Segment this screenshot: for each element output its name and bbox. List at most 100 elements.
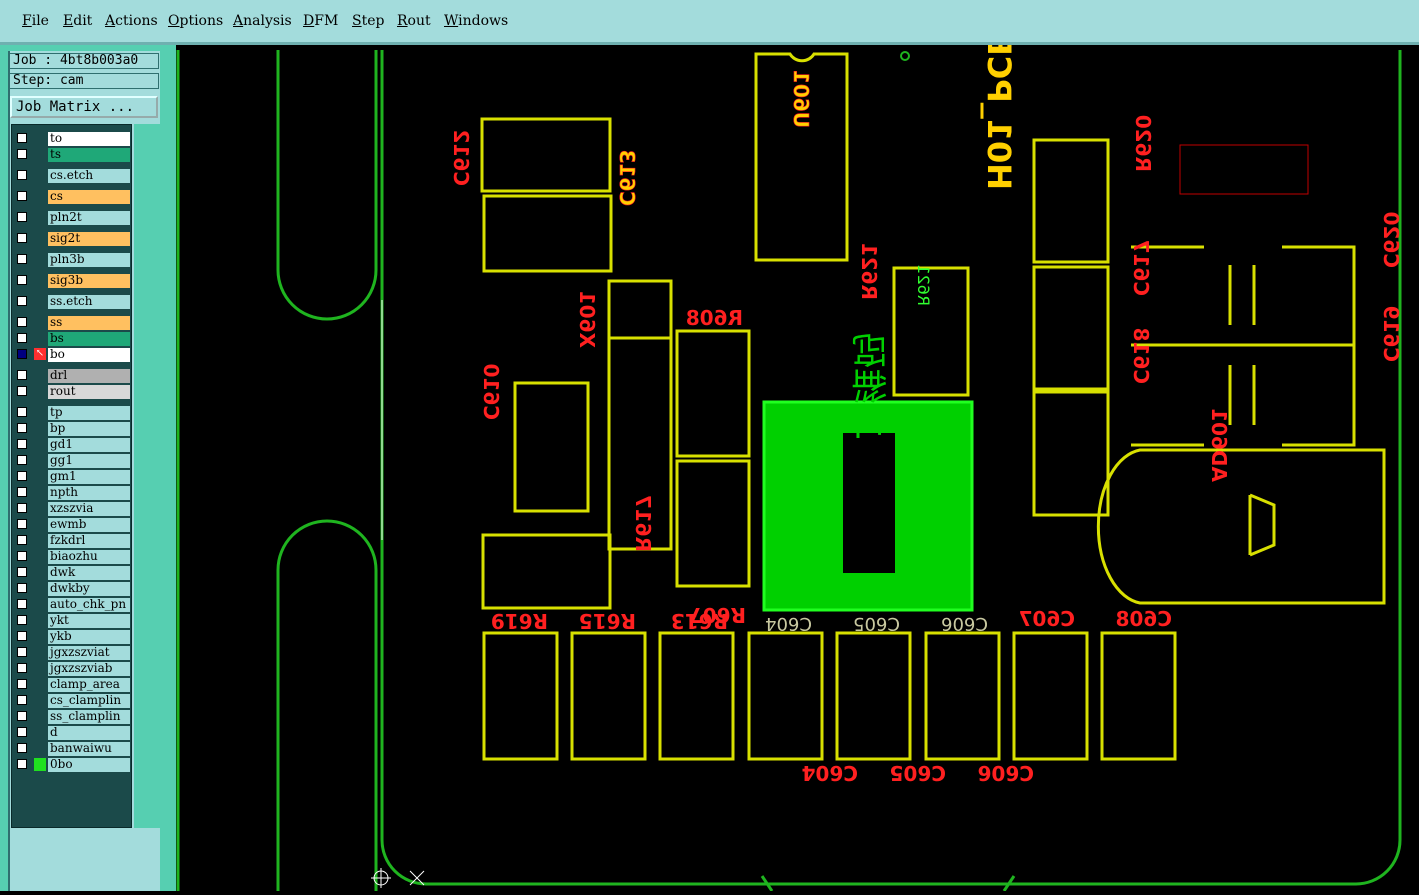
layer-row-gg1[interactable]: gg1 xyxy=(14,454,130,468)
layer-checkbox[interactable] xyxy=(17,212,27,222)
layer-row-bo[interactable]: ↖ bo xyxy=(14,348,130,362)
layer-checkbox[interactable] xyxy=(17,386,27,396)
menu-rout[interactable]: Rout xyxy=(397,13,431,29)
layer-name: cs.etch xyxy=(48,169,130,183)
layer-checkbox[interactable] xyxy=(17,711,27,721)
menu-edit[interactable]: Edit xyxy=(63,13,92,29)
layer-checkbox[interactable] xyxy=(17,679,27,689)
layer-name: fzkdrl xyxy=(48,534,130,548)
layer-checkbox[interactable] xyxy=(17,191,27,201)
layer-row-0bo[interactable]: 0bo xyxy=(14,758,130,772)
layer-checkbox[interactable] xyxy=(17,551,27,561)
label-r621-inner: R621 xyxy=(914,264,933,306)
layer-row-dwkby[interactable]: dwkby xyxy=(14,582,130,596)
layer-row-bs[interactable]: bs xyxy=(14,332,130,346)
layer-checkbox[interactable] xyxy=(17,759,27,769)
layer-name: xzszvia xyxy=(48,502,130,516)
layer-checkbox[interactable] xyxy=(17,370,27,380)
layer-row-cs-clamplin[interactable]: cs_clamplin xyxy=(14,694,130,708)
layer-checkbox[interactable] xyxy=(17,439,27,449)
layer-checkbox[interactable] xyxy=(17,254,27,264)
layer-checkbox[interactable] xyxy=(17,567,27,577)
layer-checkbox[interactable] xyxy=(17,275,27,285)
menu-step[interactable]: Step xyxy=(352,13,384,29)
layer-checkbox[interactable] xyxy=(17,535,27,545)
layer-row-cs-etch[interactable]: cs.etch xyxy=(14,169,130,183)
layer-row-auto-chk-pn[interactable]: auto_chk_pn xyxy=(14,598,130,612)
layer-checkbox[interactable] xyxy=(17,663,27,673)
layer-checkbox[interactable] xyxy=(17,583,27,593)
layer-row-pln3b[interactable]: pln3b xyxy=(14,253,130,267)
label-c604b: C604 xyxy=(802,761,858,785)
layer-checkbox[interactable] xyxy=(17,471,27,481)
layer-row-sig3b[interactable]: sig3b xyxy=(14,274,130,288)
layer-checkbox[interactable] xyxy=(17,743,27,753)
layer-checkbox[interactable] xyxy=(17,296,27,306)
layer-checkbox[interactable] xyxy=(17,233,27,243)
layer-checkbox[interactable] xyxy=(17,333,27,343)
layer-row-ss-clamplin[interactable]: ss_clamplin xyxy=(14,710,130,724)
layer-row-sig2t[interactable]: sig2t xyxy=(14,232,130,246)
menu-actions[interactable]: Actions xyxy=(105,13,158,29)
layer-row-tp[interactable]: tp xyxy=(14,406,130,420)
layer-checkbox[interactable] xyxy=(17,317,27,327)
layer-list-scrollbar[interactable] xyxy=(134,124,160,828)
layer-checkbox[interactable] xyxy=(17,349,27,359)
layer-row-jgxzszviat[interactable]: jgxzszviat xyxy=(14,646,130,660)
layer-row-ss[interactable]: ss xyxy=(14,316,130,330)
layer-checkbox[interactable] xyxy=(17,407,27,417)
menu-windows[interactable]: Windows xyxy=(444,13,508,29)
layer-row-ykt[interactable]: ykt xyxy=(14,614,130,628)
layer-checkbox[interactable] xyxy=(17,503,27,513)
layer-row-pln2t[interactable]: pln2t xyxy=(14,211,130,225)
label-c607: C607 xyxy=(1019,607,1075,631)
menu-analysis[interactable]: Analysis xyxy=(233,13,292,29)
layer-name: to xyxy=(48,132,130,146)
layer-row-gm1[interactable]: gm1 xyxy=(14,470,130,484)
layer-checkbox[interactable] xyxy=(17,695,27,705)
layer-checkbox[interactable] xyxy=(17,170,27,180)
menu-file[interactable]: File xyxy=(22,13,49,29)
layer-row-d[interactable]: d xyxy=(14,726,130,740)
layer-checkbox[interactable] xyxy=(17,519,27,529)
label-c606: C606 xyxy=(941,613,988,634)
layer-row-rout[interactable]: rout xyxy=(14,385,130,399)
layer-row-xzszvia[interactable]: xzszvia xyxy=(14,502,130,516)
layer-name: dwkby xyxy=(48,582,130,596)
layer-row-to[interactable]: to xyxy=(14,132,130,146)
layer-checkbox[interactable] xyxy=(17,727,27,737)
layer-name: ykb xyxy=(48,630,130,644)
layer-row-jgxzszviab[interactable]: jgxzszviab xyxy=(14,662,130,676)
menu-dfm[interactable]: DFM xyxy=(303,13,338,29)
layer-row-biaozhu[interactable]: biaozhu xyxy=(14,550,130,564)
layer-row-banwaiwu[interactable]: banwaiwu xyxy=(14,742,130,756)
layer-checkbox[interactable] xyxy=(17,615,27,625)
layer-row-drl[interactable]: drl xyxy=(14,369,130,383)
layer-checkbox[interactable] xyxy=(17,149,27,159)
layer-row-ss-etch[interactable]: ss.etch xyxy=(14,295,130,309)
layer-name: dwk xyxy=(48,566,130,580)
layer-row-dwk[interactable]: dwk xyxy=(14,566,130,580)
layer-name: auto_chk_pn xyxy=(48,598,130,612)
layer-row-gd1[interactable]: gd1 xyxy=(14,438,130,452)
layer-row-cs[interactable]: cs xyxy=(14,190,130,204)
pcb-board-view[interactable]: C612 X601 R621 C610 R617 R620 C617 C618 … xyxy=(176,0,1419,892)
job-matrix-button[interactable]: Job Matrix ... xyxy=(10,96,158,118)
layer-checkbox[interactable] xyxy=(17,455,27,465)
label-version: H01_PCB0A_V3.0L xyxy=(980,45,1018,190)
menu-options[interactable]: Options xyxy=(168,13,223,29)
layer-checkbox[interactable] xyxy=(17,599,27,609)
layer-row-fzkdrl[interactable]: fzkdrl xyxy=(14,534,130,548)
layer-row-ts[interactable]: ts xyxy=(14,148,130,162)
layer-row-clamp-area[interactable]: clamp_area xyxy=(14,678,130,692)
layer-row-bp[interactable]: bp xyxy=(14,422,130,436)
layer-row-npth[interactable]: npth xyxy=(14,486,130,500)
layer-checkbox[interactable] xyxy=(17,487,27,497)
layer-row-ykb[interactable]: ykb xyxy=(14,630,130,644)
layer-checkbox[interactable] xyxy=(17,423,27,433)
layer-checkbox[interactable] xyxy=(17,647,27,657)
graphics-canvas[interactable]: C612 X601 R621 C610 R617 R620 C617 C618 … xyxy=(176,0,1419,892)
layer-checkbox[interactable] xyxy=(17,133,27,143)
layer-checkbox[interactable] xyxy=(17,631,27,641)
layer-row-ewmb[interactable]: ewmb xyxy=(14,518,130,532)
